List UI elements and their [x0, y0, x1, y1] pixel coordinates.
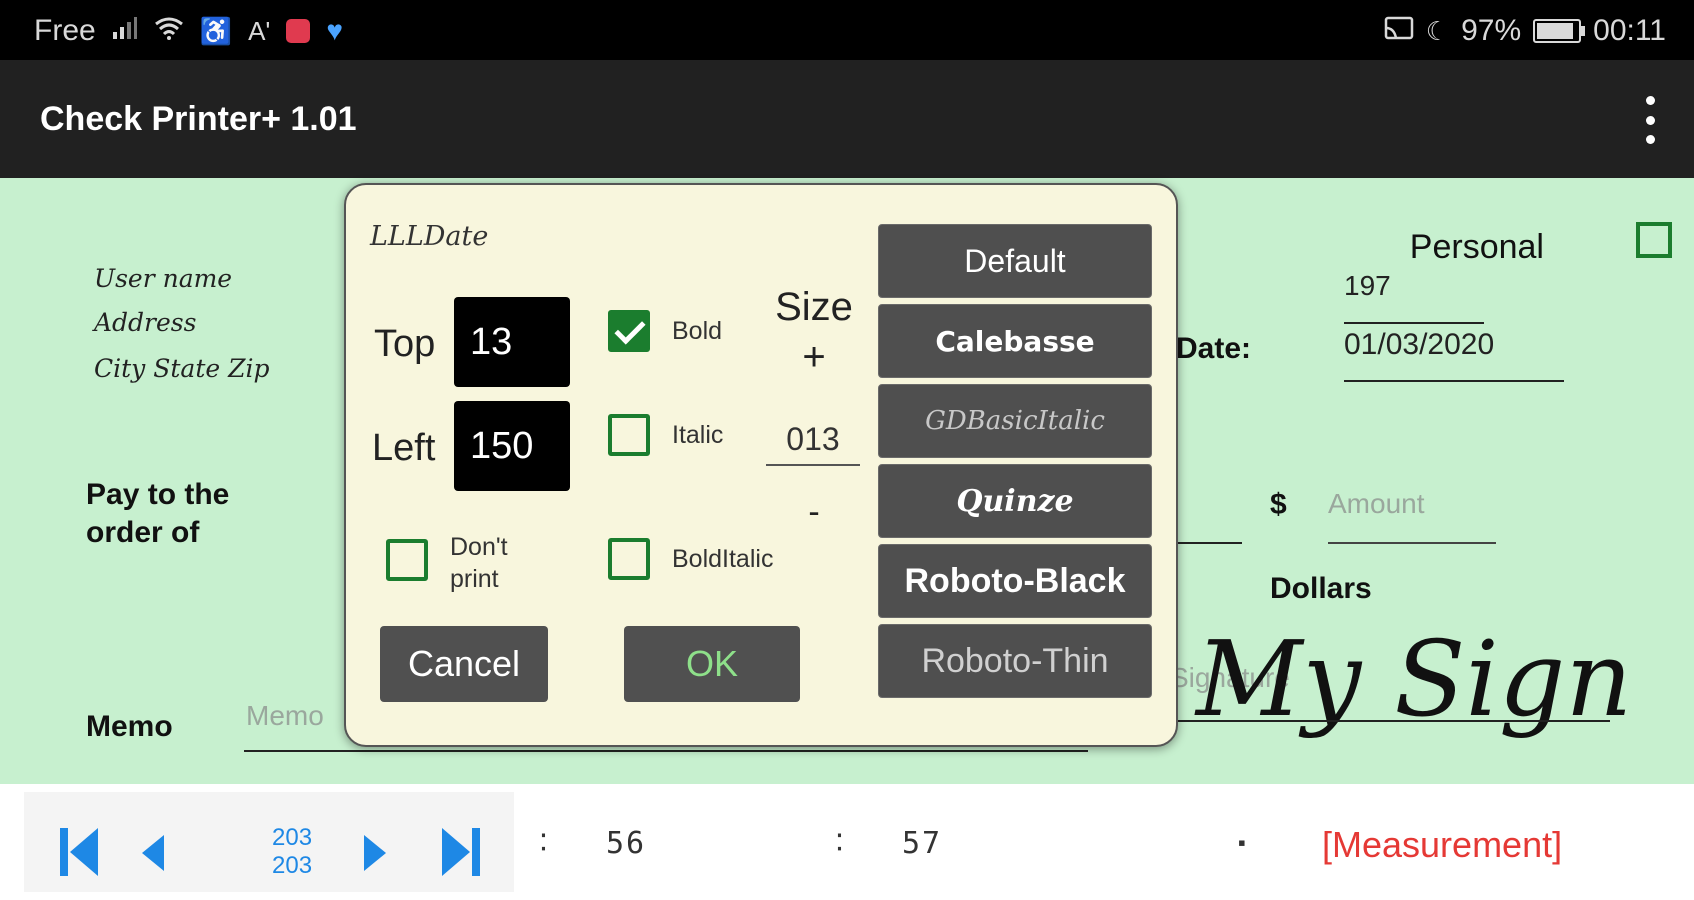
status-bar: Free ♿ A' ♥ ☾ 97% 00:11	[0, 0, 1694, 60]
user-name-text[interactable]: User name	[94, 264, 232, 293]
memo-label: Memo	[86, 710, 173, 743]
measure-b-value: 57	[902, 826, 943, 861]
cast-icon	[1384, 16, 1414, 47]
font-gdbasicitalic-button[interactable]: GDBasicItalic	[878, 384, 1152, 458]
personal-checkbox[interactable]	[1636, 222, 1672, 258]
date-label: Date:	[1176, 332, 1252, 365]
memo-input[interactable]: Memo	[246, 700, 324, 732]
top-input[interactable]: 13	[454, 297, 570, 387]
check-number-underline	[1344, 322, 1484, 324]
size-increase-button[interactable]: +	[786, 335, 842, 380]
payee-underline	[1170, 542, 1242, 544]
battery-icon	[1533, 19, 1586, 43]
navigation-panel: 203 203	[24, 792, 514, 892]
next-page-icon[interactable]	[362, 834, 388, 877]
personal-label: Personal	[1409, 228, 1544, 266]
font-quinze-button[interactable]: Quinze	[878, 464, 1152, 538]
status-left: Free ♿ A' ♥	[34, 14, 343, 48]
font-roboto-thin-button[interactable]: Roboto-Thin	[878, 624, 1152, 698]
dont-print-checkbox[interactable]	[386, 539, 428, 581]
first-page-icon[interactable]	[58, 826, 100, 883]
size-decrease-button[interactable]: -	[786, 493, 842, 532]
signal-icon	[112, 16, 138, 47]
memo-underline	[244, 750, 1088, 752]
dont-print-label-line2: print	[450, 565, 499, 593]
field-settings-dialog: LLLDate Top 13 Left 150 Bold Italic Don'…	[344, 183, 1178, 747]
font-roboto-black-button[interactable]: Roboto-Black	[878, 544, 1152, 618]
page-total: 203	[272, 852, 313, 879]
battery-percent: 97%	[1461, 14, 1522, 47]
city-state-zip-text[interactable]: City State Zip	[94, 354, 269, 383]
date-underline	[1344, 380, 1564, 382]
dollar-sign: $	[1270, 488, 1287, 521]
size-value[interactable]: 013	[766, 421, 860, 466]
font-size-icon: A'	[248, 15, 271, 46]
bolditalic-checkbox[interactable]	[608, 538, 650, 580]
measure-a-value: 56	[606, 826, 647, 861]
moon-icon: ☾	[1425, 15, 1450, 46]
pay-to-label-line1: Pay to the	[86, 478, 230, 511]
overflow-menu-icon[interactable]	[1640, 96, 1660, 144]
bolditalic-label: BoldItalic	[672, 545, 774, 573]
italic-checkbox[interactable]	[608, 414, 650, 456]
bold-label: Bold	[672, 317, 723, 345]
font-default-button[interactable]: Default	[878, 224, 1152, 298]
cancel-button[interactable]: Cancel	[380, 626, 548, 702]
wifi-icon	[154, 16, 184, 47]
left-label: Left	[372, 427, 436, 469]
page-counter: 203 203	[272, 824, 312, 880]
carrier-name: Free	[34, 14, 96, 47]
measure-indicator-icon: ▪	[1238, 830, 1246, 855]
heart-icon: ♥	[326, 15, 343, 46]
bottom-toolbar: 203 203 ⁚ 56 ⁚ 57 ▪ [Measurement]	[0, 784, 1694, 900]
app-title: Check Printer+ 1.01	[40, 100, 357, 138]
horizontal-measure-icon: ⁚	[540, 830, 547, 855]
dont-print-label-line1: Don't	[450, 533, 508, 561]
font-calebasse-button[interactable]: Calebasse	[878, 304, 1152, 378]
date-value[interactable]: 01/03/2020	[1344, 328, 1494, 362]
measurement-button[interactable]: [Measurement]	[1322, 824, 1562, 866]
ok-button[interactable]: OK	[624, 626, 800, 702]
app-notification-icon	[286, 19, 311, 43]
left-input[interactable]: 150	[454, 401, 570, 491]
pay-to-label-line2: order of	[86, 516, 200, 549]
field-name-label: LLLDate	[370, 221, 489, 252]
app-bar: Check Printer+ 1.01	[0, 60, 1694, 178]
check-number[interactable]: 197	[1344, 270, 1391, 302]
top-label: Top	[374, 323, 436, 365]
page-current: 203	[272, 824, 313, 851]
vertical-measure-icon: ⁚	[836, 830, 843, 855]
amount-input[interactable]: Amount	[1328, 488, 1425, 520]
clock: 00:11	[1593, 14, 1666, 47]
previous-page-icon[interactable]	[140, 834, 166, 877]
italic-label: Italic	[672, 421, 724, 449]
size-label: Size	[775, 285, 853, 329]
dollars-label: Dollars	[1270, 572, 1372, 605]
address-text[interactable]: Address	[94, 308, 196, 337]
signature-underline	[1170, 720, 1610, 722]
status-right: ☾ 97% 00:11	[1384, 14, 1666, 48]
bold-checkbox[interactable]	[608, 310, 650, 352]
last-page-icon[interactable]	[440, 826, 482, 883]
accessibility-icon: ♿	[199, 15, 233, 46]
amount-underline	[1328, 542, 1496, 544]
